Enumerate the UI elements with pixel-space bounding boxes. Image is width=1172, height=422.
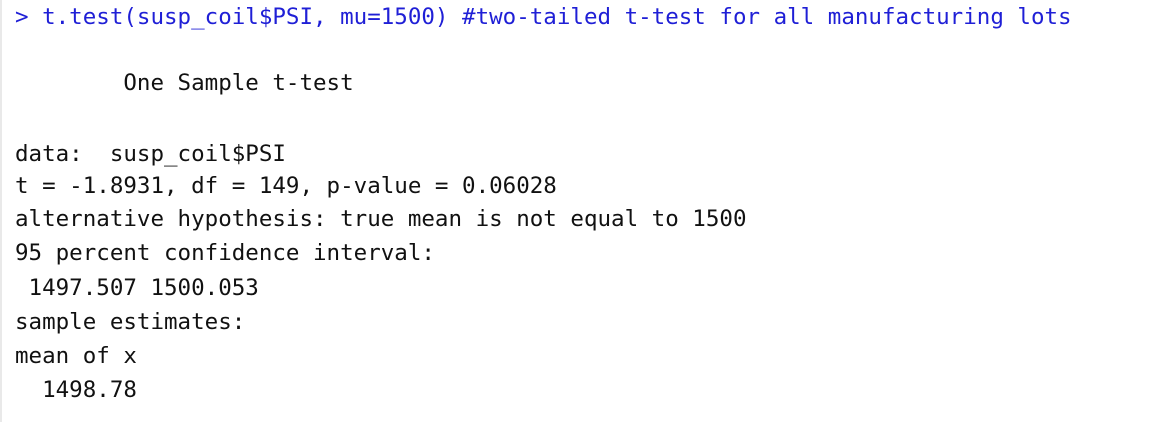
console-command-line: > t.test(susp_coil$PSI, mu=1500) #two-ta…	[15, 4, 1072, 30]
output-ci-values: 1497.507 1500.053	[15, 275, 259, 301]
output-hypothesis-line: alternative hypothesis: true mean is not…	[15, 206, 747, 232]
output-mean-label: mean of x	[15, 343, 137, 369]
output-data-line: data: susp_coil$PSI	[15, 141, 286, 167]
output-statistics-line: t = -1.8931, df = 149, p-value = 0.06028	[15, 173, 557, 199]
test-title: One Sample t-test	[15, 70, 354, 96]
r-console[interactable]: > t.test(susp_coil$PSI, mu=1500) #two-ta…	[0, 0, 1172, 422]
output-mean-value: 1498.78	[15, 377, 137, 403]
output-ci-label: 95 percent confidence interval:	[15, 240, 435, 266]
output-estimates-label: sample estimates:	[15, 309, 246, 335]
